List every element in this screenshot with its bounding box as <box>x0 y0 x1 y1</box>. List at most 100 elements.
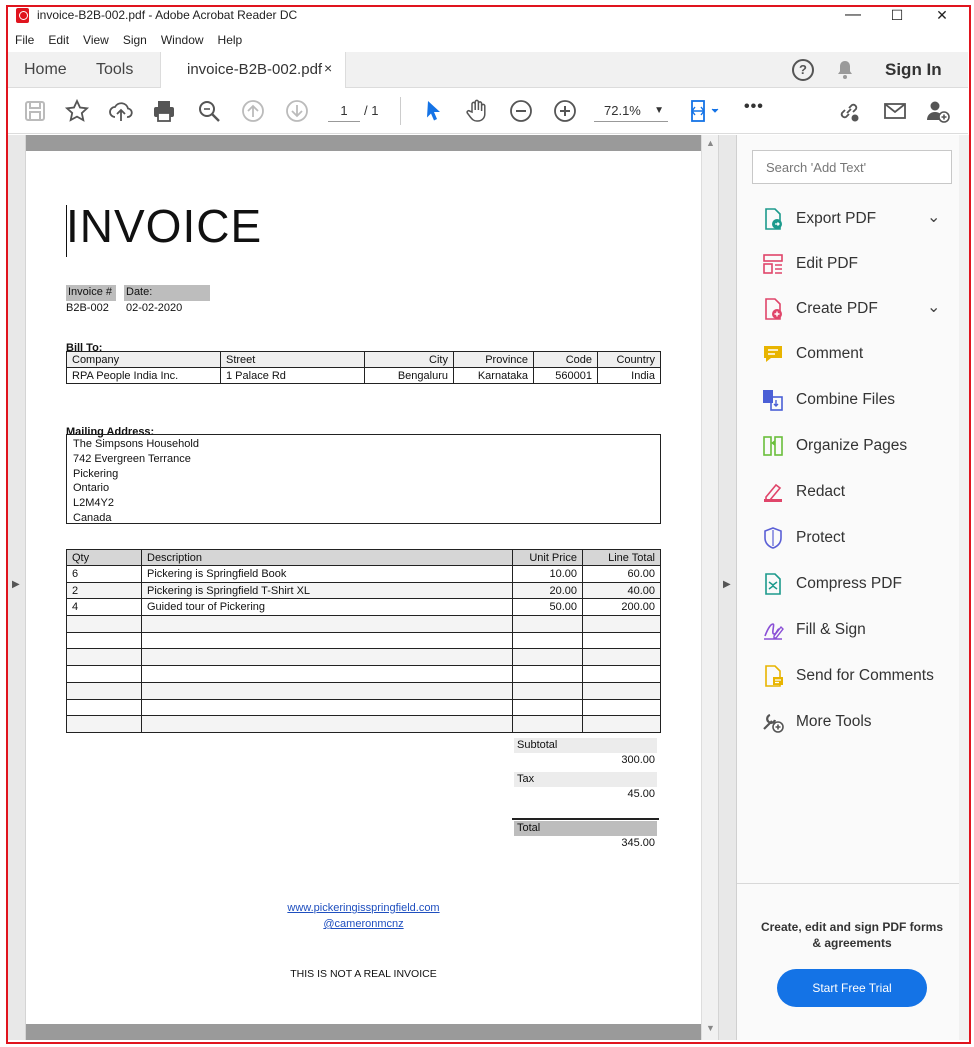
save-icon[interactable] <box>22 98 48 124</box>
menu-window[interactable]: Window <box>161 30 204 52</box>
chevron-down-icon[interactable]: ⌄ <box>927 207 940 227</box>
table-header: Company <box>66 351 221 368</box>
start-free-trial-button[interactable]: Start Free Trial <box>777 969 927 1007</box>
print-icon[interactable] <box>151 98 177 124</box>
share-link-icon[interactable] <box>836 98 862 124</box>
table-cell: Karnataka <box>453 367 534 384</box>
table-cell: 40.00 <box>582 581 661 600</box>
menu-edit[interactable]: Edit <box>48 30 69 52</box>
tool-send-for-comments[interactable]: Send for Comments <box>761 662 961 692</box>
title-bar: invoice-B2B-002.pdf - Adobe Acrobat Read… <box>0 0 974 30</box>
upload-cloud-icon[interactable] <box>108 98 134 124</box>
menu-help[interactable]: Help <box>218 30 243 52</box>
address-line: Ontario <box>73 482 110 495</box>
address-line: Pickering <box>73 467 119 480</box>
tool-comment[interactable]: Comment <box>761 340 961 370</box>
scroll-up-icon[interactable]: ▲ <box>706 138 715 148</box>
table-cell: Pickering is Springfield T-Shirt XL <box>141 581 513 600</box>
table-cell: India <box>597 367 661 384</box>
menu-view[interactable]: View <box>83 30 109 52</box>
page-gap-bottom <box>26 1024 701 1040</box>
table-header: Description <box>141 549 513 566</box>
tool-compress-pdf[interactable]: Compress PDF <box>761 570 961 600</box>
sign-in-button[interactable]: Sign In <box>885 60 942 80</box>
tool-combine-files[interactable]: Combine Files <box>761 386 961 416</box>
table-cell: 1 Palace Rd <box>220 367 365 384</box>
website-link[interactable]: www.pickeringisspringfield.com <box>26 902 701 914</box>
next-page-icon[interactable] <box>284 98 310 124</box>
tab-home[interactable]: Home <box>24 61 67 79</box>
invoice-title: INVOICE <box>66 200 263 252</box>
zoom-in-icon[interactable] <box>552 98 578 124</box>
previous-page-icon[interactable] <box>240 98 266 124</box>
tool-label: Comment <box>796 345 864 362</box>
tool-label: Compress PDF <box>796 575 902 592</box>
empty-row <box>66 698 661 717</box>
notifications-bell-icon[interactable] <box>836 60 854 80</box>
select-cursor-icon[interactable] <box>420 98 446 124</box>
zoom-level-select[interactable]: 72.1% ▼ <box>594 100 668 122</box>
tool-create-pdf[interactable]: Create PDF ⌄ <box>761 295 961 325</box>
email-icon[interactable] <box>882 98 908 124</box>
table-cell: 20.00 <box>512 581 583 600</box>
fill-sign-icon <box>761 618 785 642</box>
table-header: Street <box>220 351 365 368</box>
menu-file[interactable]: File <box>15 30 34 52</box>
page-view-icon[interactable] <box>688 98 724 124</box>
table-cell: 2 <box>66 581 142 600</box>
tool-edit-pdf[interactable]: Edit PDF <box>761 250 961 280</box>
bill-to-header-row: Company Street City Province Code Countr… <box>66 351 661 368</box>
tool-export-pdf[interactable]: Export PDF ⌄ <box>761 205 961 235</box>
page-total: / 1 <box>364 103 379 118</box>
disclaimer-text: THIS IS NOT A REAL INVOICE <box>290 968 437 980</box>
toolbar: 1 / 1 72.1% ▼ ••• <box>8 88 968 134</box>
tax-label: Tax <box>514 772 657 787</box>
tab-tools[interactable]: Tools <box>96 61 133 79</box>
minimize-button[interactable]: — <box>838 4 868 26</box>
document-scrollbar[interactable]: ▲ ▼ <box>701 135 718 1040</box>
bookmark-star-icon[interactable] <box>64 98 90 124</box>
page-number-input[interactable]: 1 <box>328 100 360 122</box>
empty-row <box>66 631 661 650</box>
table-header: Unit Price <box>512 549 583 566</box>
right-panel-toggle[interactable]: ▶ <box>718 135 736 1040</box>
tab-document[interactable]: invoice-B2B-002.pdf × <box>160 52 346 88</box>
table-header: Qty <box>66 549 142 566</box>
tool-more-tools[interactable]: More Tools <box>761 708 961 738</box>
tool-fill-sign[interactable]: Fill & Sign <box>761 616 961 646</box>
close-window-button[interactable]: ✕ <box>927 4 957 26</box>
tool-protect[interactable]: Protect <box>761 524 961 554</box>
menu-bar: File Edit View Sign Window Help <box>8 30 968 52</box>
menu-sign[interactable]: Sign <box>123 30 147 52</box>
acrobat-window: invoice-B2B-002.pdf - Adobe Acrobat Read… <box>0 0 974 1047</box>
left-panel-toggle[interactable]: ▶ <box>8 135 26 1040</box>
tool-label: Redact <box>796 483 846 500</box>
table-header: Line Total <box>582 549 661 566</box>
more-options-icon[interactable]: ••• <box>744 98 770 124</box>
tools-search-input[interactable]: Search 'Add Text' <box>752 150 952 184</box>
hand-tool-icon[interactable] <box>464 98 490 124</box>
tool-organize-pages[interactable]: Organize Pages <box>761 432 961 462</box>
scroll-down-icon[interactable]: ▼ <box>706 1023 715 1033</box>
close-tab-icon[interactable]: × <box>324 60 332 76</box>
line-items-table: Qty Description Unit Price Line Total 6 … <box>66 549 661 733</box>
social-handle-link[interactable]: @cameronmcnz <box>26 918 701 930</box>
promo-text: Create, edit and sign PDF forms & agreem… <box>760 920 944 950</box>
empty-row <box>66 648 661 667</box>
table-cell: 560001 <box>533 367 598 384</box>
document-viewer[interactable]: ▶ INVOICE Invoice # Date: B2B-002 02-02-… <box>8 135 736 1040</box>
tool-redact[interactable]: Redact <box>761 478 961 508</box>
chevron-down-icon[interactable]: ⌄ <box>927 297 940 317</box>
zoom-search-icon[interactable] <box>196 98 222 124</box>
tool-label: Send for Comments <box>796 667 934 684</box>
help-icon[interactable]: ? <box>792 59 814 81</box>
table-cell: 10.00 <box>512 565 583 583</box>
tools-pane-scrollbar[interactable] <box>959 135 969 1040</box>
table-header: Code <box>533 351 598 368</box>
zoom-out-icon[interactable] <box>508 98 534 124</box>
add-user-icon[interactable] <box>924 98 950 124</box>
table-cell: 50.00 <box>512 598 583 617</box>
maximize-button[interactable]: ☐ <box>882 4 912 26</box>
address-line: L2M4Y2 <box>73 497 114 510</box>
tool-label: More Tools <box>796 713 872 730</box>
